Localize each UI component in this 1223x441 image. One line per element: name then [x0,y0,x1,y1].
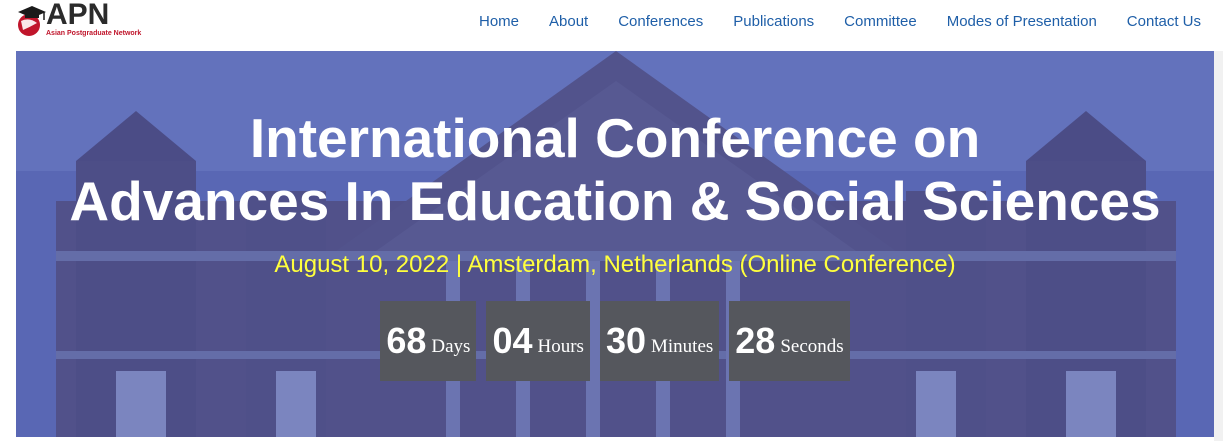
site-header: APN Asian Postgraduate Network Home Abou… [0,0,1223,51]
nav-modes-of-presentation[interactable]: Modes of Presentation [947,13,1097,30]
nav-home[interactable]: Home [479,13,519,30]
nav-committee[interactable]: Committee [844,13,917,30]
graduate-globe-icon [18,6,46,36]
countdown-seconds: 28 Seconds [729,301,850,381]
conference-title-line-1: International Conference on [249,107,981,169]
countdown-minutes-value: 30 [605,320,646,361]
countdown-hours-value: 04 [492,320,533,361]
countdown-seconds-label: Seconds [780,336,844,357]
conference-title-line-2: Advances In Education & Social Sciences [69,170,1161,232]
countdown-seconds-value: 28 [735,320,776,361]
logo-wordmark: APN [46,0,110,31]
countdown-days-value: 68 [386,320,427,361]
page-scrollbar[interactable] [1214,51,1223,441]
nav-about[interactable]: About [549,13,588,30]
logo-tagline: Asian Postgraduate Network [46,30,142,37]
nav-conferences[interactable]: Conferences [618,13,703,30]
countdown-timer: 68 Days 04 Hours 30 Minutes 28 Seconds [16,301,1214,381]
countdown-minutes: 30 Minutes [599,301,720,381]
countdown-hours-label: Hours [537,336,584,357]
hero-banner: International Conference on Advances In … [16,51,1214,437]
countdown-hours: 04 Hours [486,301,590,381]
countdown-days: 68 Days [380,301,477,381]
nav-publications[interactable]: Publications [733,13,814,30]
countdown-days-label: Days [431,336,471,357]
site-logo[interactable]: APN Asian Postgraduate Network [16,0,156,43]
conference-date-location: August 10, 2022 | Amsterdam, Netherlands… [274,251,956,278]
main-nav: Home About Conferences Publications Comm… [479,0,1201,42]
countdown-minutes-label: Minutes [651,336,714,357]
nav-contact-us[interactable]: Contact Us [1127,13,1201,30]
conference-title: International Conference on Advances In … [16,107,1214,233]
